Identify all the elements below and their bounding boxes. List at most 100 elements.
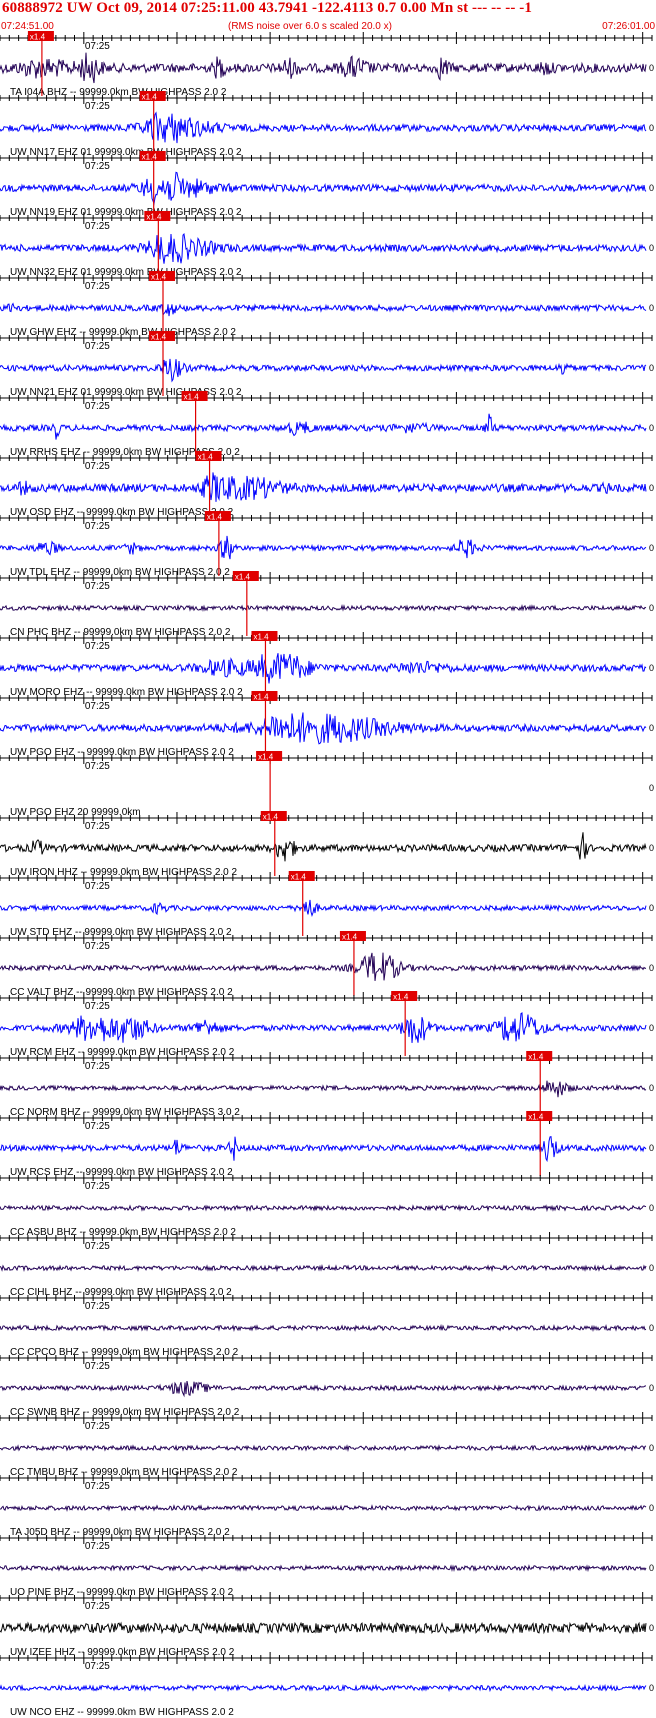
pick-flag-label: x1.4 (198, 453, 214, 462)
trace-row: 07:25CC VALT BHZ -- 99999.0km BW HIGHPAS… (0, 931, 654, 998)
trace-label: UW NN32 EHZ 01 99999.0km BW HIGHPASS 2.0… (10, 267, 242, 278)
trace-label: TA I04A BHZ -- 99999.0km BW HIGHPASS 2.0… (10, 87, 227, 98)
trace-label: UW PGO EHZ -- 99999.0km BW HIGHPASS 2.0 … (10, 747, 234, 758)
zero-marker: 0 (649, 543, 654, 553)
pick-flag-label: x1.4 (528, 1053, 544, 1062)
minute-tick-label: 07:25 (85, 1481, 110, 1492)
trace-row: 07:25 UO PINE BHZ -- 99999.0km BW HIGHPAS… (0, 1532, 654, 1598)
waveform-trace (0, 1444, 647, 1452)
minute-tick-label: 07:25 (85, 1541, 110, 1552)
trace-row: 07:25CC CIHL BHZ -- 99999.0km BW HIGHPAS… (0, 1232, 654, 1298)
trace-row: 07:25CC SWNB BHZ -- 99999.0km BW HIGHPAS… (0, 1352, 654, 1418)
trace-label: CC ASBU BHZ -- 99999.0km BW HIGHPASS 2.0… (10, 1227, 236, 1238)
zero-marker: 0 (649, 1683, 654, 1693)
trace-row: 07:25UW RRHS EHZ -- 99999.0km BW HIGHPAS… (0, 391, 654, 458)
zero-marker: 0 (649, 1623, 654, 1633)
pick-flag-label: x1.4 (151, 273, 167, 282)
trace-label: UW OSD EHZ -- 99999.0km BW HIGHPASS 2.0 … (10, 507, 234, 518)
trace-row: 07:25 UW NN17 EHZ 01 99999.0km BW HIGHPAS… (0, 91, 654, 158)
zero-marker: 0 (649, 1023, 654, 1033)
seismogram-plot: 07:25 TA I04A BHZ -- 99999.0km BW HIGHPAS… (0, 31, 654, 1718)
trace-label: UW MORO EHZ -- 99999.0km BW HIGHPASS 2.0… (10, 687, 243, 698)
trace-row: 07:25 CC ASBU BHZ -- 99999.0km BW HIGHPAS… (0, 1172, 654, 1238)
trace-label: CN PHC BHZ -- 99999.0km BW HIGHPASS 2.0 … (10, 627, 231, 638)
trace-label: UW GHW EHZ -- 99999.0km BW HIGHPASS 2.0 … (10, 327, 236, 338)
trace-row: 07:25 UW GHW EHZ -- 99999.0km BW HIGHPASS… (0, 271, 654, 338)
zero-marker: 0 (649, 63, 654, 73)
trace-label: UW NCO EHZ -- 99999.0km BW HIGHPASS 2.0 … (10, 1707, 234, 1718)
trace-row: 07:25 CN PHC BHZ -- 99999.0km BW HIGHPASS… (0, 571, 654, 638)
minute-tick-label: 07:25 (85, 161, 110, 172)
trace-label: UW NN17 EHZ 01 99999.0km BW HIGHPASS 2.0… (10, 147, 242, 158)
trace-label: UW RCM EHZ -- 99999.0km BW HIGHPASS 2.0 … (10, 1047, 235, 1058)
trace-label: UW IRON HHZ -- 99999.0km BW HIGHPASS 2.0… (10, 867, 238, 878)
minute-tick-label: 07:25 (85, 1181, 110, 1192)
trace-label: UW TDL EHZ -- 99999.0km BW HIGHPASS 2.0 … (10, 567, 230, 578)
waveform-trace (0, 171, 647, 206)
waveform-trace (0, 1204, 647, 1213)
trace-label: UW NN19 EHZ 01 99999.0km BW HIGHPASS 2.0… (10, 207, 242, 218)
pick-flag-label: x1.4 (142, 93, 158, 102)
pick-flag-label: x1.4 (263, 813, 279, 822)
zero-marker: 0 (649, 903, 654, 913)
trace-row: 07:25 UW OSD EHZ -- 99999.0km BW HIGHPASS… (0, 451, 654, 518)
pick-flag-label: x1.4 (142, 153, 158, 162)
minute-tick-label: 07:25 (85, 521, 110, 532)
zero-marker: 0 (649, 423, 654, 433)
zero-marker: 0 (649, 663, 654, 673)
pick-flag-label: x1.4 (146, 213, 162, 222)
zero-marker: 0 (649, 723, 654, 733)
zero-marker: 0 (649, 603, 654, 613)
zero-marker: 0 (649, 843, 654, 853)
minute-tick-label: 07:25 (85, 881, 110, 892)
minute-tick-label: 07:25 (85, 461, 110, 472)
zero-marker: 0 (649, 1143, 654, 1153)
pick-flag-label: x1.4 (291, 873, 307, 882)
trace-row: 07:25 UW TDL EHZ -- 99999.0km BW HIGHPASS… (0, 511, 654, 578)
pick-flag-label: x1.4 (253, 633, 269, 642)
waveform-trace (0, 1264, 647, 1273)
trace-label: CC NORM BHZ -- 99999.0km BW HIGHPASS 3.0… (10, 1107, 240, 1118)
pick-flag-label: x1.4 (342, 933, 358, 942)
zero-marker: 0 (649, 363, 654, 373)
trace-row: 07:25 UW NN32 EHZ 01 99999.0km BW HIGHPAS… (0, 211, 654, 278)
zero-marker: 0 (649, 1443, 654, 1453)
pick-flag-label: x1.4 (235, 573, 251, 582)
trace-label: UO PINE BHZ -- 99999.0km BW HIGHPASS 2.0… (10, 1587, 234, 1598)
pick-flag-label: x1.4 (30, 33, 46, 42)
zero-marker: 0 (649, 783, 654, 793)
trace-row: 07:25UW NN21 EHZ 01 99999.0km BW HIGHPAS… (0, 331, 654, 398)
trace-row: 07:25 CC CPCO BHZ -- 99999.0km BW HIGHPAS… (0, 1292, 654, 1358)
zero-marker: 0 (649, 1263, 654, 1273)
zero-marker: 0 (649, 483, 654, 493)
zero-marker: 0 (649, 963, 654, 973)
waveform-trace (0, 1683, 647, 1693)
trace-row: 07:25UW RCS EHZ -- 99999.0km BW HIGHPASS… (0, 1111, 654, 1178)
minute-tick-label: 07:25 (85, 41, 110, 52)
pick-flag-label: x1.4 (528, 1113, 544, 1122)
waveform-trace (0, 832, 647, 862)
waveform-trace (0, 1012, 647, 1043)
trace-label: TA J05D BHZ -- 99999.0km BW HIGHPASS 2.0… (10, 1527, 230, 1538)
zero-marker: 0 (649, 1203, 654, 1213)
pick-flag-label: x1.4 (184, 393, 200, 402)
minute-tick-label: 07:25 (85, 1661, 110, 1672)
zero-marker: 0 (649, 1083, 654, 1093)
minute-tick-label: 07:25 (85, 701, 110, 712)
pick-flag-label: x1.4 (258, 753, 274, 762)
pick-flag-label: x1.4 (253, 693, 269, 702)
waveform-trace (0, 1564, 647, 1573)
pick-flag-label: x1.4 (393, 993, 409, 1002)
trace-row: 07:25 UW PGO EHZ -- 99999.0km BW HIGHPASS… (0, 691, 654, 758)
waveform-trace (0, 952, 647, 981)
trace-row: 07:25 TA I04A BHZ -- 99999.0km BW HIGHPAS… (0, 31, 654, 98)
minute-tick-label: 07:25 (85, 821, 110, 832)
trace-row: 07:25 UW MORO EHZ -- 99999.0km BW HIGHPAS… (0, 631, 654, 698)
minute-tick-label: 07:25 (85, 1001, 110, 1012)
minute-tick-label: 07:25 (85, 1241, 110, 1252)
zero-marker: 0 (649, 303, 654, 313)
waveform-trace (0, 413, 647, 440)
minute-tick-label: 07:25 (85, 221, 110, 232)
waveform-trace (0, 712, 647, 745)
trace-row: 07:25UW PGO EHZ 20 99999.0kmx1.40 (0, 751, 654, 818)
